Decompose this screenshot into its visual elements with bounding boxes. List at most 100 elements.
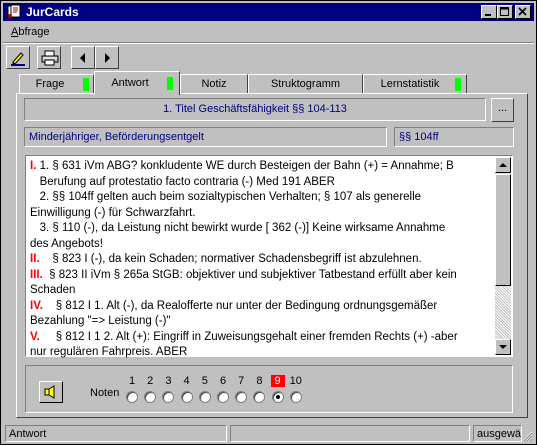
tab-notiz-label: Notiz xyxy=(201,78,227,90)
answer-text[interactable]: I. 1. § 631 iVm ABG? konkludente WE durc… xyxy=(30,159,496,361)
answer-line: 2. §§ 104ff gelten auch beim sozialtypis… xyxy=(30,190,496,206)
close-icon xyxy=(518,7,527,16)
answer-line: 3. § 110 (-), da Leistung nicht bewirkt … xyxy=(30,221,496,237)
arrow-right-icon xyxy=(105,53,110,63)
tab-antwort-indicator xyxy=(167,77,173,90)
grade-number-8: 8 xyxy=(256,375,263,387)
grade-radio-2[interactable] xyxy=(144,391,157,403)
answer-line: I. 1. § 631 iVm ABG? konkludente WE durc… xyxy=(30,159,496,175)
roman-numeral: V. xyxy=(30,330,40,343)
answer-line: V. § 812 I 1 2. Alt (+): Eingriff in Zuw… xyxy=(30,330,496,346)
grade-radio-6[interactable] xyxy=(217,391,229,403)
next-card-button[interactable] xyxy=(95,46,119,69)
grade-radio-8[interactable] xyxy=(253,391,266,403)
vertical-scrollbar[interactable] xyxy=(495,157,511,355)
print-button[interactable] xyxy=(37,46,61,69)
chapter-browse-button[interactable]: ... xyxy=(491,98,514,122)
edit-button[interactable] xyxy=(6,46,30,69)
previous-card-button[interactable] xyxy=(71,46,95,69)
rating-group: Noten 1 2 3 4 5 6 7 8 9 10 xyxy=(25,365,513,413)
arrow-left-icon xyxy=(80,53,85,63)
speaker-icon xyxy=(44,385,55,399)
grade-radio-3[interactable] xyxy=(162,391,175,403)
answer-line-text: 2. §§ 104ff gelten auch beim sozialtypis… xyxy=(30,191,422,203)
tab-lernstatistik[interactable]: Lernstatistik xyxy=(363,74,467,94)
chapter-field[interactable]: 1. Titel Geschäftsfähigkeit §§ 104-113 xyxy=(24,98,486,121)
answer-textbox[interactable]: I. 1. § 631 iVm ABG? konkludente WE durc… xyxy=(25,155,513,358)
answer-line-text: 1. § 631 iVm ABG? konkludente WE durch B… xyxy=(39,160,454,172)
menu-abfrage[interactable]: Abfrage xyxy=(11,26,50,38)
grade-radio-1[interactable] xyxy=(126,391,138,403)
grade-radio-4[interactable] xyxy=(180,391,193,403)
answer-line: Berufung auf protestatio facto contraria… xyxy=(30,175,496,191)
tab-lernstatistik-indicator xyxy=(455,78,461,91)
tab-frage-indicator xyxy=(83,78,89,91)
status-bar: Antwort ausgewäl xyxy=(3,423,534,443)
scroll-up-button[interactable] xyxy=(495,157,511,173)
reference-field[interactable]: §§ 104ff xyxy=(394,127,514,147)
grade-number-10: 10 xyxy=(289,375,302,387)
status-pane-middle xyxy=(230,425,470,442)
menu-abfrage-label: bfrage xyxy=(18,26,50,38)
tab-lernstatistik-label: Lernstatistik xyxy=(380,78,440,90)
maximize-button[interactable] xyxy=(497,5,513,19)
tab-frage[interactable]: Frage xyxy=(19,74,94,94)
tab-struktogramm-label: Struktogramm xyxy=(270,78,341,90)
tab-notiz[interactable]: Notiz xyxy=(180,74,248,94)
answer-line: des Angebots! xyxy=(30,237,496,253)
close-button[interactable] xyxy=(515,5,531,19)
app-window: JurCards Abfrage Frage Antwort Notiz Str… xyxy=(0,0,537,445)
grade-radio-10[interactable] xyxy=(289,391,302,403)
roman-numeral: II. xyxy=(30,253,40,265)
arrow-up-icon xyxy=(499,163,507,167)
answer-line-text: § 812 I 1. Alt (-), da Realofferte nur u… xyxy=(46,299,438,312)
scroll-track[interactable] xyxy=(495,286,511,339)
answer-line-text: 3. § 110 (-), da Leistung nicht bewirkt … xyxy=(30,222,446,234)
answer-line-text: Einwilligung (-) für Schwarzfahrt. xyxy=(30,206,196,219)
tab-struktogramm[interactable]: Struktogramm xyxy=(248,74,363,94)
answer-line: Schaden xyxy=(30,283,496,299)
minimize-button[interactable] xyxy=(481,5,497,19)
answer-line-text: Berufung auf protestatio facto contraria… xyxy=(30,175,335,188)
minimize-icon xyxy=(485,14,491,16)
scroll-thumb[interactable] xyxy=(495,174,511,286)
window-title: JurCards xyxy=(26,5,79,19)
answer-line-text: Schaden xyxy=(30,284,76,296)
roman-numeral: III. xyxy=(30,268,43,281)
grade-radio-9[interactable] xyxy=(271,391,284,403)
scroll-down-button[interactable] xyxy=(495,339,511,355)
printer-icon xyxy=(41,50,59,66)
answer-line-text: nur regulären Fahrpreis. ABER xyxy=(30,346,188,358)
grade-number-2: 2 xyxy=(147,375,154,387)
answer-line: III. § 823 II iVm § 265a StGB: objektive… xyxy=(30,268,496,284)
grade-number-9: 9 xyxy=(270,375,285,387)
answer-line: Bezahlung "=> Leistung (-)" xyxy=(30,314,496,330)
answer-line-text: Bezahlung "=> Leistung (-)" xyxy=(30,315,171,327)
roman-numeral: IV. xyxy=(30,299,44,312)
grade-number-7: 7 xyxy=(238,375,245,387)
roman-numeral: I. xyxy=(30,160,37,172)
app-icon xyxy=(7,4,21,19)
topic-field[interactable]: Minderjähriger, Beförderungsentgelt xyxy=(24,127,387,147)
answer-line-text: § 823 II iVm § 265a StGB: objektiver und… xyxy=(45,268,457,281)
grade-radio-5[interactable] xyxy=(198,391,211,403)
resize-grip-icon[interactable] xyxy=(521,430,533,442)
grade-number-6: 6 xyxy=(219,375,227,387)
answer-line-text: § 812 I 1 2. Alt (+): Eingriff in Zuweis… xyxy=(43,330,458,343)
menu-bar: Abfrage xyxy=(3,23,534,41)
noten-label: Noten xyxy=(90,387,120,399)
answer-line-text: des Angebots! xyxy=(30,237,103,250)
speaker-button[interactable] xyxy=(39,381,63,403)
arrow-down-icon xyxy=(499,345,507,349)
grade-number-4: 4 xyxy=(183,375,190,387)
tab-frage-label: Frage xyxy=(35,78,65,90)
answer-line: IV. § 812 I 1. Alt (-), da Realofferte n… xyxy=(30,299,496,315)
grade-radio-7[interactable] xyxy=(235,391,248,403)
tab-antwort[interactable]: Antwort xyxy=(94,71,180,95)
tab-antwort-label: Antwort xyxy=(111,77,149,89)
toolbar-divider xyxy=(3,42,534,44)
status-pane-state: ausgewäl xyxy=(473,425,522,442)
pen-edit-icon xyxy=(11,52,25,66)
grade-number-3: 3 xyxy=(165,375,172,387)
title-bar[interactable]: JurCards xyxy=(3,3,534,21)
